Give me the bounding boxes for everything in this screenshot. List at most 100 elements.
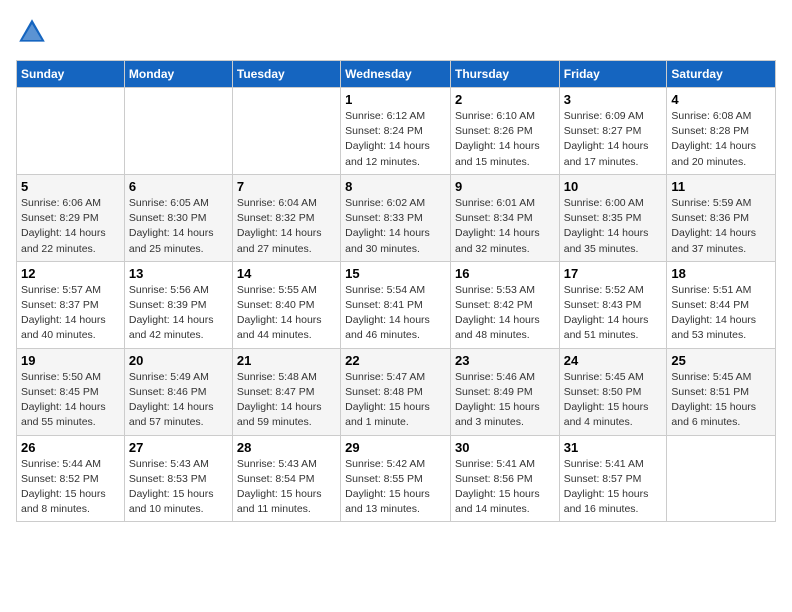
page-header [16,16,776,48]
day-number: 20 [129,353,228,368]
calendar-cell [124,88,232,175]
day-number: 16 [455,266,555,281]
day-info: Sunrise: 6:02 AM Sunset: 8:33 PM Dayligh… [345,196,446,257]
day-info: Sunrise: 6:01 AM Sunset: 8:34 PM Dayligh… [455,196,555,257]
calendar-cell: 26 Sunrise: 5:44 AM Sunset: 8:52 PM Dayli… [17,435,125,522]
calendar-cell: 25 Sunrise: 5:45 AM Sunset: 8:51 PM Dayli… [667,348,776,435]
day-info: Sunrise: 5:49 AM Sunset: 8:46 PM Dayligh… [129,370,228,431]
day-info: Sunrise: 5:51 AM Sunset: 8:44 PM Dayligh… [671,283,771,344]
calendar-header: SundayMondayTuesdayWednesdayThursdayFrid… [17,61,776,88]
day-info: Sunrise: 5:52 AM Sunset: 8:43 PM Dayligh… [564,283,663,344]
calendar-cell: 7 Sunrise: 6:04 AM Sunset: 8:32 PM Daylig… [232,174,340,261]
day-number: 23 [455,353,555,368]
header-wednesday: Wednesday [341,61,451,88]
day-info: Sunrise: 5:41 AM Sunset: 8:57 PM Dayligh… [564,457,663,518]
calendar-cell [232,88,340,175]
calendar-cell: 28Sunrise: 5:43 AM Sunset: 8:54 PM Dayli… [232,435,340,522]
calendar-cell: 6 Sunrise: 6:05 AM Sunset: 8:30 PM Daylig… [124,174,232,261]
calendar-cell: 19Sunrise: 5:50 AM Sunset: 8:45 PM Dayli… [17,348,125,435]
calendar-cell [667,435,776,522]
calendar-cell: 30 Sunrise: 5:41 AM Sunset: 8:56 PM Dayli… [450,435,559,522]
calendar-cell: 21 Sunrise: 5:48 AM Sunset: 8:47 PM Dayli… [232,348,340,435]
calendar-cell: 24 Sunrise: 5:45 AM Sunset: 8:50 PM Dayli… [559,348,667,435]
header-sunday: Sunday [17,61,125,88]
header-friday: Friday [559,61,667,88]
day-number: 10 [564,179,663,194]
day-info: Sunrise: 5:44 AM Sunset: 8:52 PM Dayligh… [21,457,120,518]
day-info: Sunrise: 5:56 AM Sunset: 8:39 PM Dayligh… [129,283,228,344]
calendar-cell: 13 Sunrise: 5:56 AM Sunset: 8:39 PM Dayli… [124,261,232,348]
day-number: 1 [345,92,446,107]
day-number: 13 [129,266,228,281]
day-info: Sunrise: 5:43 AM Sunset: 8:53 PM Dayligh… [129,457,228,518]
header-thursday: Thursday [450,61,559,88]
day-number: 18 [671,266,771,281]
day-info: Sunrise: 6:05 AM Sunset: 8:30 PM Dayligh… [129,196,228,257]
week-row-2: 12Sunrise: 5:57 AM Sunset: 8:37 PM Dayli… [17,261,776,348]
calendar-cell: 20 Sunrise: 5:49 AM Sunset: 8:46 PM Dayli… [124,348,232,435]
day-info: Sunrise: 6:10 AM Sunset: 8:26 PM Dayligh… [455,109,555,170]
week-row-1: 5Sunrise: 6:06 AM Sunset: 8:29 PM Daylig… [17,174,776,261]
day-number: 31 [564,440,663,455]
day-number: 30 [455,440,555,455]
calendar-cell: 14Sunrise: 5:55 AM Sunset: 8:40 PM Dayli… [232,261,340,348]
week-row-0: 1 Sunrise: 6:12 AM Sunset: 8:24 PM Daylig… [17,88,776,175]
day-number: 11 [671,179,771,194]
calendar-cell: 22 Sunrise: 5:47 AM Sunset: 8:48 PM Dayli… [341,348,451,435]
calendar-cell: 5Sunrise: 6:06 AM Sunset: 8:29 PM Daylig… [17,174,125,261]
day-info: Sunrise: 5:45 AM Sunset: 8:51 PM Dayligh… [671,370,771,431]
day-number: 29 [345,440,446,455]
day-number: 26 [21,440,120,455]
header-tuesday: Tuesday [232,61,340,88]
logo-icon [16,16,48,48]
calendar-cell: 16Sunrise: 5:53 AM Sunset: 8:42 PM Dayli… [450,261,559,348]
day-info: Sunrise: 5:54 AM Sunset: 8:41 PM Dayligh… [345,283,446,344]
calendar-cell: 29 Sunrise: 5:42 AM Sunset: 8:55 PM Dayli… [341,435,451,522]
day-number: 25 [671,353,771,368]
day-info: Sunrise: 5:48 AM Sunset: 8:47 PM Dayligh… [237,370,336,431]
day-info: Sunrise: 6:04 AM Sunset: 8:32 PM Dayligh… [237,196,336,257]
calendar-cell: 15 Sunrise: 5:54 AM Sunset: 8:41 PM Dayli… [341,261,451,348]
day-number: 8 [345,179,446,194]
day-info: Sunrise: 5:57 AM Sunset: 8:37 PM Dayligh… [21,283,120,344]
calendar-cell: 2 Sunrise: 6:10 AM Sunset: 8:26 PM Daylig… [450,88,559,175]
calendar-cell: 18 Sunrise: 5:51 AM Sunset: 8:44 PM Dayli… [667,261,776,348]
calendar-table: SundayMondayTuesdayWednesdayThursdayFrid… [16,60,776,522]
calendar-cell: 10Sunrise: 6:00 AM Sunset: 8:35 PM Dayli… [559,174,667,261]
day-number: 5 [21,179,120,194]
day-number: 28 [237,440,336,455]
week-row-4: 26 Sunrise: 5:44 AM Sunset: 8:52 PM Dayli… [17,435,776,522]
day-number: 24 [564,353,663,368]
day-number: 15 [345,266,446,281]
day-info: Sunrise: 5:45 AM Sunset: 8:50 PM Dayligh… [564,370,663,431]
week-row-3: 19Sunrise: 5:50 AM Sunset: 8:45 PM Dayli… [17,348,776,435]
calendar-cell: 3Sunrise: 6:09 AM Sunset: 8:27 PM Daylig… [559,88,667,175]
day-info: Sunrise: 5:41 AM Sunset: 8:56 PM Dayligh… [455,457,555,518]
calendar-cell: 31 Sunrise: 5:41 AM Sunset: 8:57 PM Dayli… [559,435,667,522]
day-number: 27 [129,440,228,455]
logo [16,16,52,48]
day-number: 9 [455,179,555,194]
calendar-cell: 9 Sunrise: 6:01 AM Sunset: 8:34 PM Daylig… [450,174,559,261]
calendar-cell: 23 Sunrise: 5:46 AM Sunset: 8:49 PM Dayli… [450,348,559,435]
day-number: 2 [455,92,555,107]
day-number: 7 [237,179,336,194]
calendar-cell: 12Sunrise: 5:57 AM Sunset: 8:37 PM Dayli… [17,261,125,348]
calendar-cell: 17 Sunrise: 5:52 AM Sunset: 8:43 PM Dayli… [559,261,667,348]
day-number: 22 [345,353,446,368]
header-monday: Monday [124,61,232,88]
day-info: Sunrise: 6:09 AM Sunset: 8:27 PM Dayligh… [564,109,663,170]
calendar-cell: 27 Sunrise: 5:43 AM Sunset: 8:53 PM Dayli… [124,435,232,522]
day-number: 17 [564,266,663,281]
header-row: SundayMondayTuesdayWednesdayThursdayFrid… [17,61,776,88]
day-number: 21 [237,353,336,368]
day-info: Sunrise: 5:47 AM Sunset: 8:48 PM Dayligh… [345,370,446,431]
day-number: 6 [129,179,228,194]
calendar-cell: 11 Sunrise: 5:59 AM Sunset: 8:36 PM Dayli… [667,174,776,261]
day-info: Sunrise: 6:12 AM Sunset: 8:24 PM Dayligh… [345,109,446,170]
day-number: 19 [21,353,120,368]
day-info: Sunrise: 5:42 AM Sunset: 8:55 PM Dayligh… [345,457,446,518]
day-number: 4 [671,92,771,107]
day-info: Sunrise: 5:46 AM Sunset: 8:49 PM Dayligh… [455,370,555,431]
day-info: Sunrise: 5:59 AM Sunset: 8:36 PM Dayligh… [671,196,771,257]
